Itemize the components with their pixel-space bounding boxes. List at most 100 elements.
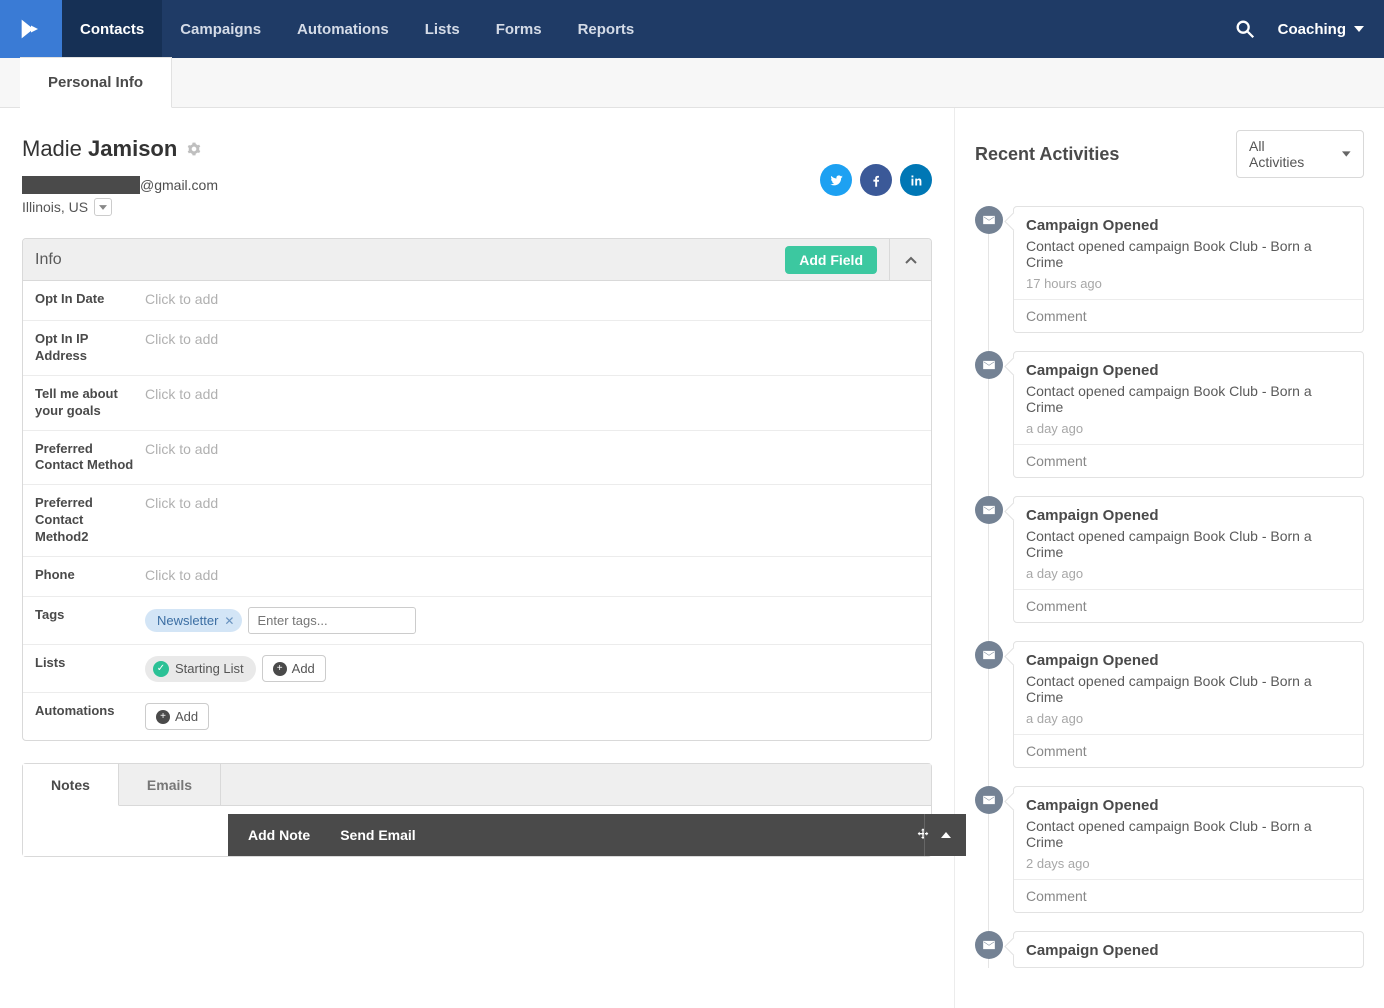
tag-label: Newsletter — [157, 613, 218, 628]
tab-emails[interactable]: Emails — [119, 764, 221, 805]
email-row: @gmail.com — [22, 176, 932, 194]
comment-button[interactable]: Comment — [1014, 299, 1363, 332]
twitter-icon — [829, 173, 844, 188]
search-button[interactable] — [1234, 18, 1256, 40]
activity-icon — [975, 351, 1003, 379]
nav-lists[interactable]: Lists — [407, 0, 478, 58]
comment-button[interactable]: Comment — [1014, 589, 1363, 622]
info-label: Tags — [35, 607, 145, 624]
activity-body: Campaign Opened — [1014, 932, 1363, 967]
lists-value: ✓ Starting List + Add — [145, 655, 919, 682]
activity-desc: Contact opened campaign Book Club - Born… — [1026, 383, 1351, 415]
activity-time: 2 days ago — [1026, 856, 1351, 871]
activity-desc: Contact opened campaign Book Club - Born… — [1026, 673, 1351, 705]
caret-up-icon — [941, 832, 951, 838]
collapse-button[interactable] — [889, 239, 931, 281]
send-email-button[interactable]: Send Email — [340, 827, 415, 843]
notes-tabs: Notes Emails — [23, 764, 931, 806]
add-automation-button[interactable]: + Add — [145, 703, 209, 730]
main-wrap: Madie Jamison @gmail.com Illinois, US — [0, 108, 1384, 1008]
nav-campaigns[interactable]: Campaigns — [162, 0, 279, 58]
info-row-automations: Automations + Add — [23, 693, 931, 740]
envelope-icon — [982, 938, 996, 952]
info-card-header: Info Add Field — [23, 239, 931, 281]
nav-automations[interactable]: Automations — [279, 0, 407, 58]
info-value-input[interactable]: Click to add — [145, 495, 919, 511]
contact-last-name: Jamison — [88, 136, 177, 161]
info-value-input[interactable]: Click to add — [145, 386, 919, 402]
tag-remove-icon[interactable]: ✕ — [224, 614, 234, 628]
contact-name: Madie Jamison — [22, 136, 177, 162]
info-value-input[interactable]: Click to add — [145, 441, 919, 457]
list-chip[interactable]: ✓ Starting List — [145, 656, 256, 682]
activity-item: Campaign OpenedContact opened campaign B… — [1013, 496, 1364, 623]
activity-title: Campaign Opened — [1026, 797, 1351, 814]
activity-icon — [975, 496, 1003, 524]
action-bar: Add Note Send Email — [228, 814, 966, 856]
add-list-button[interactable]: + Add — [262, 655, 326, 682]
info-value-input[interactable]: Click to add — [145, 331, 919, 347]
activity-desc: Contact opened campaign Book Club - Born… — [1026, 238, 1351, 270]
chevron-down-icon — [99, 205, 107, 210]
activity-item: Campaign OpenedContact opened campaign B… — [1013, 786, 1364, 913]
info-label: Lists — [35, 655, 145, 672]
plus-icon: + — [156, 710, 170, 724]
chevron-up-icon — [905, 256, 917, 264]
location-dropdown[interactable] — [94, 198, 112, 216]
activity-icon — [975, 206, 1003, 234]
activity-card: Campaign OpenedContact opened campaign B… — [1013, 786, 1364, 913]
activity-time: a day ago — [1026, 711, 1351, 726]
activity-card: Campaign OpenedContact opened campaign B… — [1013, 351, 1364, 478]
tab-personal-info[interactable]: Personal Info — [20, 57, 172, 108]
info-label: Tell me about your goals — [35, 386, 145, 420]
tag-input[interactable] — [248, 607, 416, 634]
activity-title: Campaign Opened — [1026, 652, 1351, 669]
comment-button[interactable]: Comment — [1014, 734, 1363, 767]
add-field-button[interactable]: Add Field — [785, 246, 877, 274]
search-icon — [1234, 18, 1256, 40]
contact-settings-button[interactable] — [187, 142, 201, 156]
automations-value: + Add — [145, 703, 919, 730]
tab-notes[interactable]: Notes — [23, 764, 119, 806]
caret-down-icon — [1342, 151, 1351, 157]
comment-button[interactable]: Comment — [1014, 444, 1363, 477]
nav-reports[interactable]: Reports — [560, 0, 653, 58]
nav-forms[interactable]: Forms — [478, 0, 560, 58]
account-menu[interactable]: Coaching — [1278, 21, 1364, 38]
activities-filter[interactable]: All Activities — [1236, 130, 1364, 178]
plus-icon: + — [273, 662, 287, 676]
facebook-link[interactable] — [860, 164, 892, 196]
activity-card: Campaign Opened Contact opened campaign B… — [1013, 641, 1364, 768]
add-label: Add — [175, 709, 198, 724]
logo[interactable] — [0, 0, 62, 58]
info-label: Preferred Contact Method — [35, 441, 145, 475]
activity-item: Campaign OpenedContact opened campaign B… — [1013, 351, 1364, 478]
activity-item: Campaign OpenedContact opened campaign B… — [1013, 206, 1364, 333]
tag-chip[interactable]: Newsletter ✕ — [145, 609, 242, 632]
left-column: Madie Jamison @gmail.com Illinois, US — [0, 108, 954, 1008]
envelope-icon — [982, 213, 996, 227]
nav-contacts[interactable]: Contacts — [62, 0, 162, 58]
info-value-input[interactable]: Click to add — [145, 567, 919, 583]
comment-button[interactable]: Comment — [1014, 879, 1363, 912]
nav-items: Contacts Campaigns Automations Lists For… — [62, 0, 652, 58]
recent-activities-title: Recent Activities — [975, 144, 1119, 165]
twitter-link[interactable] — [820, 164, 852, 196]
expand-button[interactable] — [924, 814, 966, 856]
contact-name-row: Madie Jamison — [22, 136, 932, 162]
linkedin-link[interactable] — [900, 164, 932, 196]
action-bar-right — [902, 814, 946, 856]
envelope-icon — [982, 503, 996, 517]
logo-icon — [17, 15, 45, 43]
list-label: Starting List — [175, 661, 244, 676]
account-label: Coaching — [1278, 21, 1346, 38]
info-value-input[interactable]: Click to add — [145, 291, 919, 307]
activity-icon — [975, 786, 1003, 814]
top-nav: Contacts Campaigns Automations Lists For… — [0, 0, 1384, 58]
activity-card: Campaign Opened — [1013, 931, 1364, 968]
activity-item: Campaign Opened Contact opened campaign B… — [1013, 641, 1364, 768]
envelope-icon — [982, 358, 996, 372]
add-note-button[interactable]: Add Note — [248, 827, 310, 843]
notes-body: Add Note Send Email — [23, 806, 931, 856]
info-row-goals: Tell me about your goals Click to add — [23, 376, 931, 431]
